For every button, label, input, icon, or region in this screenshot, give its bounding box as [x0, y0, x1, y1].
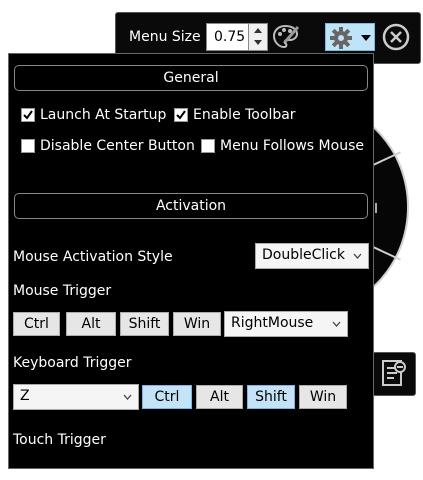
triangle-up-icon — [249, 24, 267, 36]
triangle-down-icon — [249, 37, 267, 49]
checkmark-icon — [23, 110, 33, 120]
palette-icon[interactable] — [272, 23, 300, 51]
mouse-activation-style-select[interactable]: DoubleClick — [255, 243, 369, 269]
keyboard-trigger-label: Keyboard Trigger — [13, 355, 132, 371]
disable-center-button-checkbox[interactable]: Disable Center Button — [21, 137, 195, 155]
notes-button[interactable] — [372, 352, 416, 396]
caret-down-icon — [361, 35, 371, 41]
mouse-trigger-label: Mouse Trigger — [13, 283, 112, 299]
mouse-trigger-button-select[interactable]: RightMouse — [224, 311, 348, 337]
note-icon — [381, 359, 407, 387]
menu-follows-mouse-checkbox[interactable]: Menu Follows Mouse — [201, 137, 364, 155]
launch-at-startup-checkbox[interactable]: Launch At Startup — [21, 106, 166, 124]
checkmark-icon — [176, 110, 186, 120]
chevron-down-icon — [353, 253, 362, 259]
enable-toolbar-checkbox[interactable]: Enable Toolbar — [174, 106, 296, 124]
mouse-trigger-ctrl-button[interactable]: Ctrl — [13, 312, 60, 336]
mouse-trigger-alt-button[interactable]: Alt — [66, 312, 116, 336]
menu-size-label: Menu Size — [129, 29, 201, 45]
launch-at-startup-label: Launch At Startup — [40, 107, 167, 123]
enable-toolbar-label: Enable Toolbar — [193, 107, 296, 123]
menu-follows-mouse-label: Menu Follows Mouse — [220, 138, 364, 154]
mouse-trigger-shift-button[interactable]: Shift — [120, 312, 169, 336]
close-circle-icon[interactable] — [381, 22, 411, 52]
touch-trigger-label: Touch Trigger — [13, 432, 106, 448]
checkbox-box[interactable] — [201, 139, 215, 153]
mouse-trigger-button-value: RightMouse — [231, 315, 314, 331]
settings-dropdown-button[interactable] — [325, 23, 375, 51]
chevron-down-icon — [332, 321, 341, 327]
menu-size-input[interactable]: 0.75 — [206, 23, 250, 51]
chevron-down-icon — [123, 394, 132, 400]
keyboard-trigger-key-value: Z — [20, 388, 30, 404]
checkbox-box[interactable] — [174, 108, 188, 122]
activation-section-header: Activation — [14, 193, 368, 219]
keyboard-trigger-win-button[interactable]: Win — [299, 385, 347, 409]
keyboard-trigger-shift-button[interactable]: Shift — [247, 385, 295, 409]
keyboard-trigger-key-select[interactable]: Z — [13, 384, 139, 410]
gear-icon — [329, 26, 353, 50]
keyboard-trigger-alt-button[interactable]: Alt — [196, 385, 243, 409]
mouse-activation-style-label: Mouse Activation Style — [13, 249, 173, 265]
stepper-down-button[interactable] — [249, 37, 267, 50]
stepper-up-button[interactable] — [249, 24, 267, 38]
disable-center-button-label: Disable Center Button — [40, 138, 195, 154]
checkbox-box[interactable] — [21, 108, 35, 122]
settings-panel: General Launch At Startup Enable Toolbar… — [8, 53, 374, 469]
menu-size-stepper[interactable] — [248, 23, 268, 51]
mouse-activation-style-value: DoubleClick — [262, 247, 345, 263]
checkbox-box[interactable] — [21, 139, 35, 153]
mouse-trigger-win-button[interactable]: Win — [173, 312, 221, 336]
keyboard-trigger-ctrl-button[interactable]: Ctrl — [142, 385, 192, 409]
general-section-header: General — [14, 65, 368, 91]
